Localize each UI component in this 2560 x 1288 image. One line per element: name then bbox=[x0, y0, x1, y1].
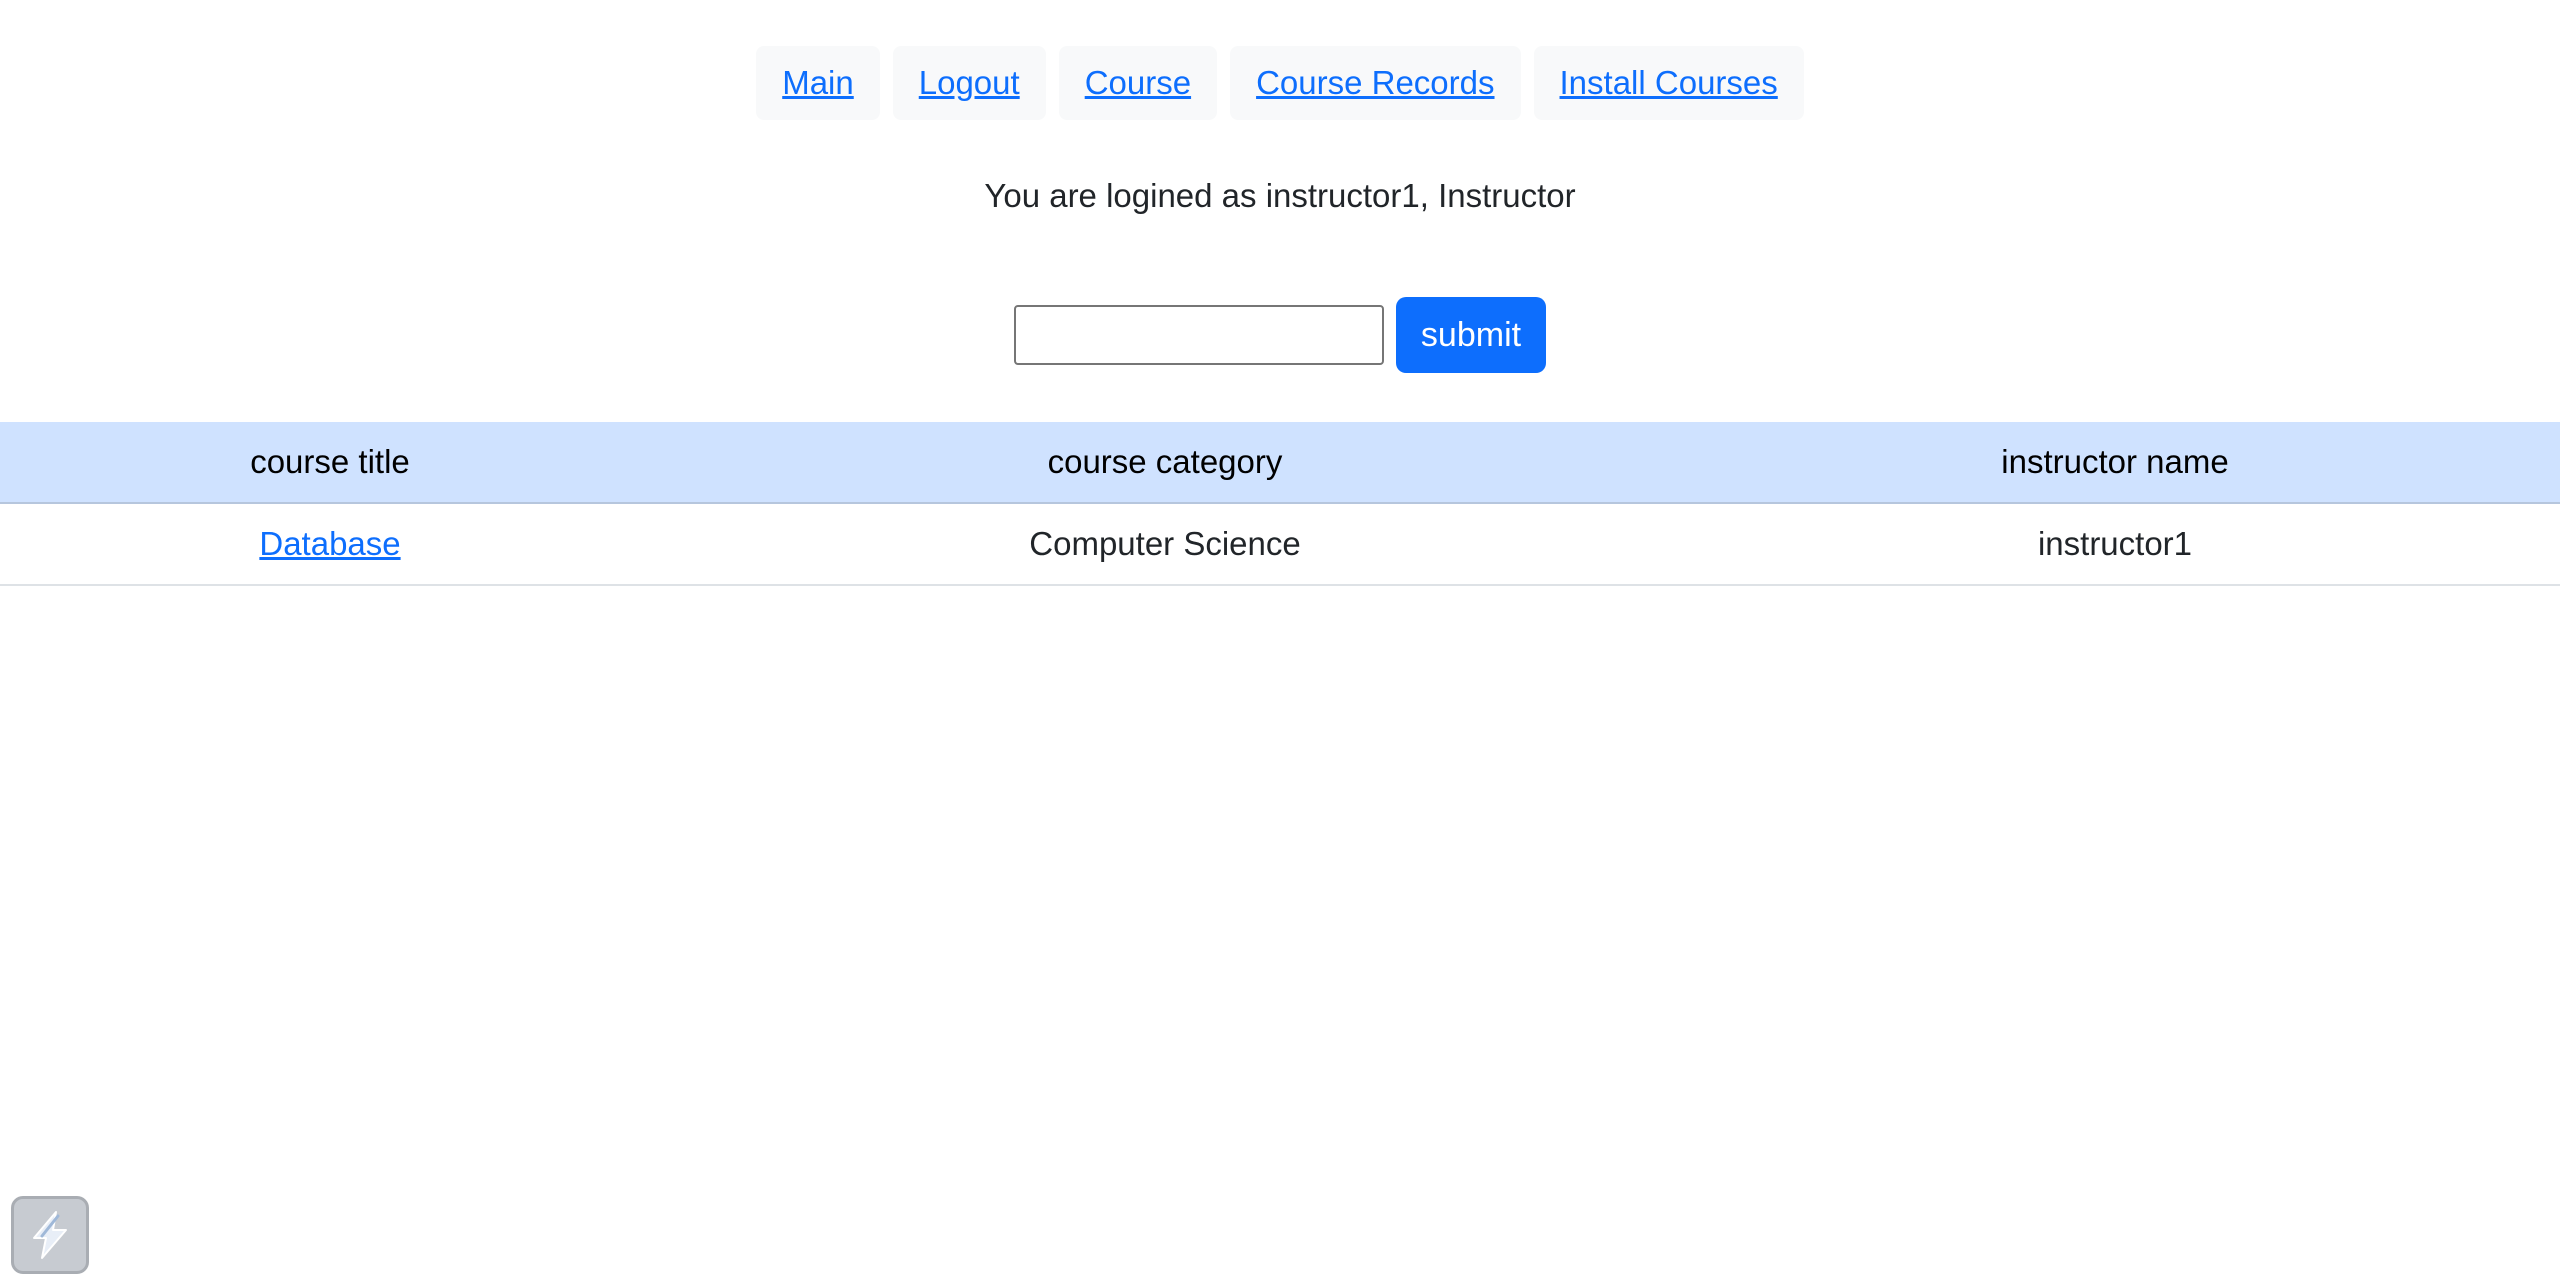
floating-widget-button[interactable] bbox=[11, 1196, 89, 1274]
nav-link-course-records[interactable]: Course Records bbox=[1256, 64, 1494, 102]
nav-item-course: Course bbox=[1058, 46, 1218, 120]
nav-link-install-courses[interactable]: Install Courses bbox=[1560, 64, 1778, 102]
table-header-row: course title course category instructor … bbox=[0, 422, 2560, 504]
nav-item-install-courses: Install Courses bbox=[1533, 46, 1804, 120]
search-form: submit bbox=[0, 297, 2560, 373]
course-table: course title course category instructor … bbox=[0, 422, 2560, 586]
top-nav: Main Logout Course Course Records Instal… bbox=[0, 46, 2560, 120]
login-status-text: You are logined as instructor1, Instruct… bbox=[984, 177, 1576, 214]
header-instructor-name: instructor name bbox=[1670, 422, 2560, 504]
nav-item-main: Main bbox=[756, 46, 880, 120]
nav-link-course[interactable]: Course bbox=[1085, 64, 1191, 102]
table-row: Database Computer Science instructor1 bbox=[0, 503, 2560, 586]
nav-item-logout: Logout bbox=[892, 46, 1046, 120]
nav-link-logout[interactable]: Logout bbox=[919, 64, 1020, 102]
cell-course-title: Database bbox=[0, 503, 660, 586]
nav-link-main[interactable]: Main bbox=[782, 64, 854, 102]
submit-button[interactable]: submit bbox=[1396, 297, 1546, 373]
cell-course-category: Computer Science bbox=[660, 503, 1670, 586]
search-input[interactable] bbox=[1014, 305, 1384, 365]
course-title-link[interactable]: Database bbox=[259, 525, 400, 562]
nav-item-course-records: Course Records bbox=[1230, 46, 1521, 120]
header-course-category: course category bbox=[660, 422, 1670, 504]
header-course-title: course title bbox=[0, 422, 660, 504]
lightning-bolt-icon bbox=[33, 1211, 67, 1259]
cell-instructor-name: instructor1 bbox=[1670, 503, 2560, 586]
